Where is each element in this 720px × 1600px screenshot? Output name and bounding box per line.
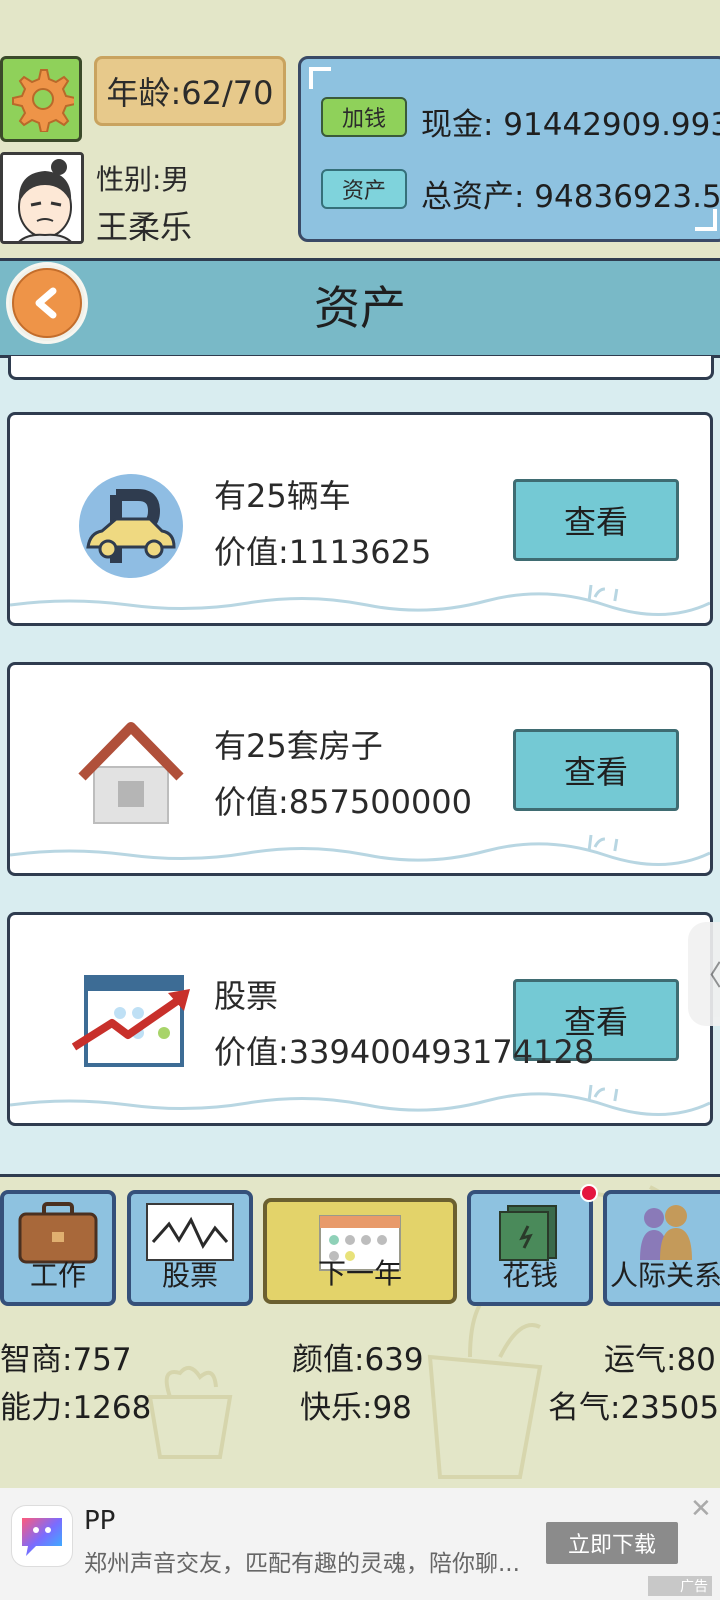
asset-count: 有25套房子 xyxy=(214,727,383,765)
wave-decoration xyxy=(10,1084,710,1117)
stat-fame: 名气:23505 xyxy=(548,1390,720,1426)
nav-work-button[interactable]: 工作 xyxy=(0,1190,116,1306)
nav-stocks-button[interactable]: 股票 xyxy=(127,1190,253,1306)
ad-banner[interactable]: PP 郑州声音交友，匹配有趣的灵魂，陪你聊... 立即下载 ✕ xyxy=(0,1488,720,1600)
gender-label: 性别:男 xyxy=(96,163,190,196)
nav-label: 人际关系 xyxy=(609,1259,720,1292)
panel-corner-decoration xyxy=(309,67,331,89)
money-panel: 加钱 现金: 91442909.9937 资产 总资产: 94836923.51 xyxy=(298,56,720,242)
nav-spend-money-button[interactable]: 花钱 xyxy=(467,1190,593,1306)
nav-label: 花钱 xyxy=(501,1259,558,1292)
nav-label: 工作 xyxy=(29,1259,86,1292)
asset-name: 股票 xyxy=(214,977,279,1015)
stat-looks: 颜值:639 xyxy=(292,1342,424,1378)
age-display: 年龄:62/70 xyxy=(94,56,286,126)
nav-next-year-button[interactable]: 下一年 xyxy=(263,1198,457,1304)
wave-decoration xyxy=(10,584,710,617)
stat-ability: 能力:1268 xyxy=(0,1390,152,1426)
asset-card-stocks: 股票 查看 价值:339400493174128 xyxy=(7,912,713,1126)
ad-tag: 广告 xyxy=(648,1576,712,1596)
stat-luck: 运气:80 xyxy=(604,1342,716,1378)
nav-relationships-button[interactable]: 人际关系 xyxy=(603,1190,720,1306)
settings-button[interactable] xyxy=(0,56,82,142)
asset-value: 价值:857500000 xyxy=(214,783,473,821)
asset-value: 价值:339400493174128 xyxy=(214,1033,595,1071)
ad-title: PP xyxy=(84,1506,116,1536)
house-icon xyxy=(72,717,190,835)
notification-dot xyxy=(580,1184,598,1202)
avatar[interactable] xyxy=(0,152,84,244)
total-assets-value: 总资产: 94836923.51 xyxy=(421,179,720,215)
stat-happiness: 快乐:98 xyxy=(300,1390,412,1426)
asset-count: 有25辆车 xyxy=(214,477,351,515)
gear-icon xyxy=(12,69,74,132)
close-icon[interactable]: ✕ xyxy=(690,1494,712,1524)
ad-download-button[interactable]: 立即下载 xyxy=(546,1522,678,1564)
page-title: 资产 xyxy=(314,281,406,335)
nav-label: 下一年 xyxy=(317,1257,402,1290)
player-name: 王柔乐 xyxy=(96,208,193,246)
car-parking-icon xyxy=(72,467,190,585)
assets-button[interactable]: 资产 xyxy=(321,169,407,209)
cash-value: 现金: 91442909.9937 xyxy=(421,107,720,143)
side-drawer-handle[interactable]: 〈 xyxy=(688,922,720,1026)
stat-iq: 智商:757 xyxy=(0,1342,132,1378)
chat-bubble-icon xyxy=(22,1518,62,1556)
view-houses-button[interactable]: 查看 xyxy=(513,729,679,811)
nav-label: 股票 xyxy=(161,1259,218,1292)
ad-description: 郑州声音交友，匹配有趣的灵魂，陪你聊... xyxy=(84,1551,520,1577)
add-money-button[interactable]: 加钱 xyxy=(321,97,407,137)
avatar-face-icon xyxy=(3,155,81,241)
asset-card-cars: 有25辆车 价值:1113625 查看 xyxy=(7,412,713,626)
ad-app-logo xyxy=(12,1506,72,1566)
wave-decoration xyxy=(10,834,710,867)
chevron-left-icon: 〈 xyxy=(693,959,720,992)
asset-value: 价值:1113625 xyxy=(214,533,432,571)
asset-card-houses: 有25套房子 价值:857500000 查看 xyxy=(7,662,713,876)
view-cars-button[interactable]: 查看 xyxy=(513,479,679,561)
stock-chart-icon xyxy=(71,967,190,1085)
previous-card-edge xyxy=(8,356,714,380)
